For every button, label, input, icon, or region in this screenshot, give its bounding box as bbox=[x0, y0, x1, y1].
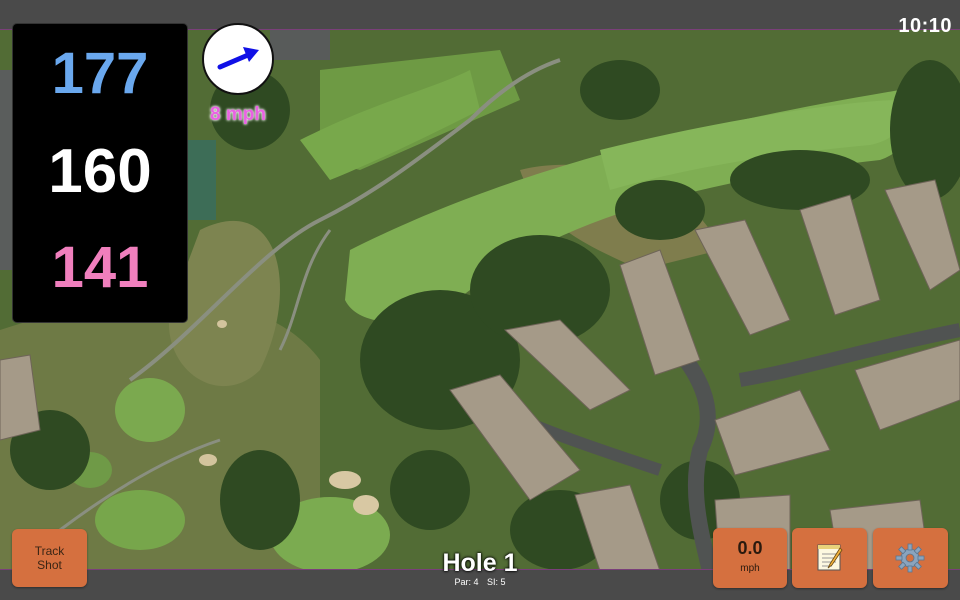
speed-value: 0.0 bbox=[737, 538, 763, 558]
hole-title: Hole 1 bbox=[442, 549, 518, 577]
track-shot-label-line1: Track bbox=[34, 544, 65, 558]
hole-stroke-index: SI: 5 bbox=[487, 577, 506, 587]
track-shot-label: Track Shot bbox=[35, 544, 65, 572]
wind-direction-arrow-icon bbox=[217, 47, 259, 70]
speed-button[interactable]: 0.0 mph bbox=[713, 528, 787, 588]
wind-speed-label: 8 mph bbox=[210, 104, 266, 125]
golf-gps-screen: 10:10 177 160 141 8 mph Track Shot Hole … bbox=[0, 0, 960, 600]
speed-unit: mph bbox=[740, 563, 760, 574]
hole-par: Par: 4 bbox=[454, 577, 479, 587]
notepad-icon bbox=[817, 544, 843, 571]
hole-info: Par: 4 SI: 5 bbox=[380, 577, 580, 587]
track-shot-button[interactable]: Track Shot bbox=[12, 529, 87, 587]
middle-distance: 160 bbox=[48, 137, 152, 206]
gear-icon bbox=[895, 543, 925, 573]
notes-button[interactable] bbox=[792, 528, 867, 588]
wind-indicator bbox=[202, 23, 274, 95]
status-clock: 10:10 bbox=[898, 15, 952, 37]
settings-button[interactable] bbox=[873, 528, 948, 588]
track-shot-label-line2: Shot bbox=[37, 558, 62, 572]
front-distance: 141 bbox=[51, 235, 149, 300]
back-distance: 177 bbox=[51, 41, 149, 106]
distance-panel: 177 160 141 bbox=[12, 23, 188, 323]
